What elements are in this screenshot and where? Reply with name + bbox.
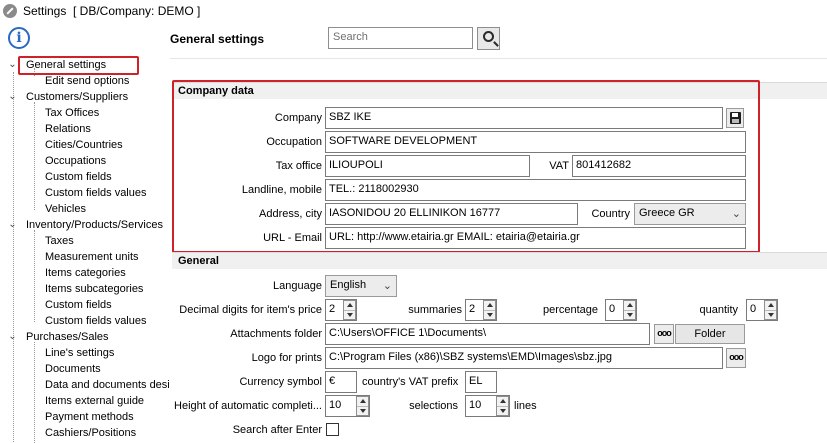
summaries-label: summaries bbox=[408, 304, 462, 316]
summaries-stepper[interactable]: 2 bbox=[465, 299, 497, 321]
company-data-highlight bbox=[172, 80, 760, 253]
search-enter-label: Search after Enter bbox=[232, 424, 322, 436]
header-divider bbox=[170, 58, 827, 59]
tree-item-items-subcategories[interactable]: Items subcategories bbox=[45, 281, 143, 297]
tree-label: Customers/Suppliers bbox=[26, 91, 129, 103]
tree-item-custom-fields[interactable]: Custom fields bbox=[45, 169, 112, 185]
tree-item-tax-offices[interactable]: Tax Offices bbox=[45, 105, 99, 121]
height-value: 10 bbox=[329, 399, 342, 411]
tree-item-documents[interactable]: Documents bbox=[45, 361, 101, 377]
chevron-down-icon[interactable]: ⌄ bbox=[8, 89, 17, 105]
spin-arrows-icon[interactable] bbox=[483, 300, 496, 320]
chevron-down-icon[interactable]: ⌄ bbox=[8, 329, 17, 345]
tree-guide-line bbox=[13, 72, 14, 442]
chevron-down-icon[interactable]: ⌄ bbox=[8, 57, 17, 73]
search-icon bbox=[483, 31, 494, 42]
language-value: English bbox=[330, 279, 367, 291]
spin-arrows-icon[interactable] bbox=[496, 396, 509, 416]
selections-label: selections bbox=[409, 400, 458, 412]
quantity-label: quantity bbox=[699, 304, 738, 316]
search-input[interactable]: Search bbox=[328, 27, 473, 49]
tree-item-cities[interactable]: Cities/Countries bbox=[45, 137, 123, 153]
tree-item-data-documents[interactable]: Data and documents desi bbox=[45, 377, 170, 393]
percentage-value: 0 bbox=[609, 303, 616, 315]
lines-label: lines bbox=[514, 400, 537, 412]
search-button[interactable] bbox=[477, 27, 500, 50]
height-label: Height of automatic completi... bbox=[174, 400, 322, 412]
tree-item-items-external[interactable]: Items external guide bbox=[45, 393, 144, 409]
page-title: General settings bbox=[170, 32, 265, 46]
vat-prefix-field[interactable]: EL bbox=[465, 371, 497, 393]
currency-label: Currency symbol bbox=[239, 376, 322, 388]
tree-label: General settings bbox=[26, 59, 107, 71]
tree-item-lines-settings[interactable]: Line's settings bbox=[45, 345, 114, 361]
tree-guide-line bbox=[34, 230, 35, 322]
spin-arrows-icon[interactable] bbox=[343, 300, 356, 320]
tree-item-vehicles[interactable]: Vehicles bbox=[45, 201, 86, 217]
window-title: Settings bbox=[23, 4, 67, 18]
attachments-label: Attachments folder bbox=[230, 328, 322, 340]
selections-stepper[interactable]: 10 bbox=[465, 395, 510, 417]
spin-arrows-icon[interactable] bbox=[356, 396, 369, 416]
tree-item-items-categories[interactable]: Items categories bbox=[45, 265, 126, 281]
vat-prefix-label: country's VAT prefix bbox=[362, 376, 459, 388]
general-section-header: General bbox=[172, 252, 827, 269]
tree-label: Inventory/Products/Services bbox=[26, 219, 163, 231]
browse-button[interactable]: ooo bbox=[654, 324, 674, 344]
tree-item-cashiers[interactable]: Cashiers/Positions bbox=[45, 425, 136, 441]
tree-item-relations[interactable]: Relations bbox=[45, 121, 91, 137]
language-select[interactable]: English ⌄ bbox=[325, 275, 397, 297]
logo-label: Logo for prints bbox=[251, 352, 322, 364]
tree-item-payment-methods[interactable]: Payment methods bbox=[45, 409, 134, 425]
quantity-value: 0 bbox=[750, 303, 757, 315]
selections-value: 10 bbox=[469, 399, 482, 411]
chevron-down-icon: ⌄ bbox=[382, 280, 392, 292]
tree-item-taxes[interactable]: Taxes bbox=[45, 233, 74, 249]
tree-item-measurement-units[interactable]: Measurement units bbox=[45, 249, 139, 265]
currency-field[interactable]: € bbox=[325, 371, 357, 393]
summaries-value: 2 bbox=[469, 303, 476, 315]
info-icon[interactable]: i bbox=[8, 27, 30, 49]
tree-item-custom-fields-values[interactable]: Custom fields values bbox=[45, 313, 147, 329]
language-label: Language bbox=[273, 280, 322, 292]
attachments-field[interactable]: C:\Users\OFFICE 1\Documents\ bbox=[325, 323, 650, 345]
decimal-digits-label: Decimal digits for item's price bbox=[179, 304, 322, 316]
search-enter-checkbox[interactable] bbox=[326, 423, 339, 436]
browse-logo-button[interactable]: ooo bbox=[726, 348, 746, 368]
tree-item-occupations[interactable]: Occupations bbox=[45, 153, 106, 169]
decimal-digits-value: 2 bbox=[329, 303, 336, 315]
spin-arrows-icon[interactable] bbox=[764, 300, 777, 320]
percentage-label: percentage bbox=[542, 304, 598, 316]
folder-button[interactable]: Folder bbox=[675, 324, 745, 344]
tree-guide-line bbox=[34, 102, 35, 210]
percentage-stepper[interactable]: 0 bbox=[605, 299, 637, 321]
logo-field[interactable]: C:\Program Files (x86)\SBZ systems\EMD\I… bbox=[325, 347, 723, 369]
spin-arrows-icon[interactable] bbox=[623, 300, 636, 320]
tree-item-custom-fields-values[interactable]: Custom fields values bbox=[45, 185, 147, 201]
tree-item-edit-send[interactable]: Edit send options bbox=[45, 73, 129, 89]
decimal-digits-stepper[interactable]: 2 bbox=[325, 299, 357, 321]
tree-item-custom-fields[interactable]: Custom fields bbox=[45, 297, 112, 313]
chevron-down-icon[interactable]: ⌄ bbox=[8, 217, 17, 233]
quantity-stepper[interactable]: 0 bbox=[746, 299, 778, 321]
height-stepper[interactable]: 10 bbox=[325, 395, 370, 417]
settings-app-icon bbox=[3, 4, 17, 18]
tree-label: Purchases/Sales bbox=[26, 331, 109, 343]
tree-guide-line bbox=[34, 342, 35, 443]
window-context: [ DB/Company: DEMO ] bbox=[73, 4, 201, 18]
